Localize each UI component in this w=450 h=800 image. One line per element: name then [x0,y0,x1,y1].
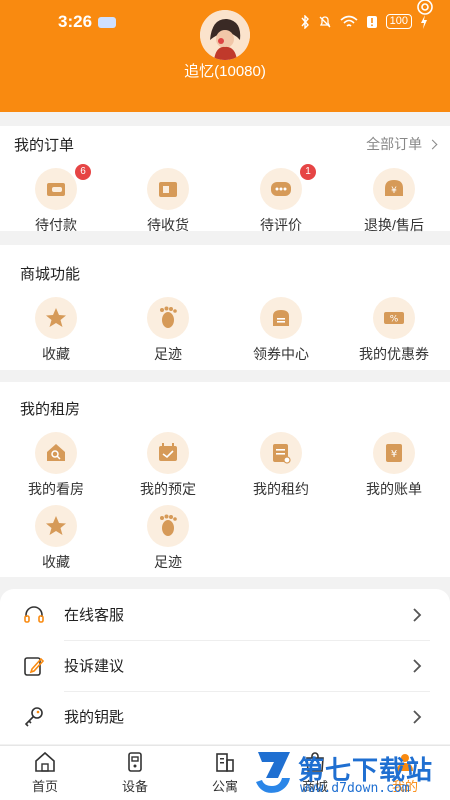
orders-card: 我的订单 全部订单 6 待付款 待收货 1 待评价 ¥ 退换/售后 [0,126,450,233]
headset-icon [24,606,44,623]
mall-favorites[interactable]: 收藏 [0,297,112,364]
menu-list: 在线客服 投诉建议 我的钥匙 [0,589,450,744]
menu-online-service-label: 在线客服 [64,607,125,624]
key-icon [24,707,43,727]
watermark-logo-icon [256,752,290,793]
coupon-center-icon [260,297,302,339]
discount-ticket-icon: % [373,297,415,339]
rental-favorites-label: 收藏 [42,554,70,570]
apartment-icon [216,753,234,772]
bill-icon: ¥ [373,432,415,474]
mute-icon [319,15,331,27]
footprint-icon [147,505,189,547]
avatar-image [200,10,250,60]
calendar-check-icon [147,432,189,474]
svg-text:%: % [390,315,399,325]
rental-card: 我的租房 我的看房 我的预定 我的租约 ¥ 我的账单 收藏 足迹 [0,382,450,577]
menu-feedback[interactable]: 投诉建议 [0,641,450,691]
tab-home-label: 首页 [31,779,58,794]
order-refund[interactable]: ¥ 退换/售后 [338,168,450,235]
mall-my-coupons[interactable]: % 我的优惠券 [338,297,450,364]
rental-favorites[interactable]: 收藏 [0,505,112,572]
username[interactable]: 追忆(10080) [0,60,450,81]
tab-device-label: 设备 [121,779,148,794]
mall-coupon-center[interactable]: 领券中心 [225,297,337,364]
footprint-icon [147,297,189,339]
order-pending-receipt-label: 待收货 [147,217,189,233]
mall-my-coupons-label: 我的优惠券 [359,346,429,362]
order-pending-payment[interactable]: 6 待付款 [0,164,112,235]
rental-title: 我的租房 [20,401,81,418]
rental-lease[interactable]: 我的租约 [225,432,337,499]
watermark-url: www.d7down.com [300,781,410,796]
star-icon [35,297,77,339]
order-pending-receipt[interactable]: 待收货 [112,168,224,235]
star-icon [35,505,77,547]
tab-device[interactable]: 设备 [90,750,180,795]
refund-icon: ¥ [373,168,415,210]
site-watermark: 第七下载站 www.d7down.com [250,748,450,800]
pending-review-badge: 1 [300,164,316,180]
rental-viewings[interactable]: 我的看房 [0,432,112,499]
comment-icon: 1 [260,164,316,210]
avatar[interactable] [200,10,250,60]
nfc-icon [98,17,116,28]
order-pending-payment-label: 待付款 [35,217,77,233]
rental-bills[interactable]: ¥ 我的账单 [338,432,450,499]
menu-feedback-label: 投诉建议 [64,658,125,675]
svg-text:¥: ¥ [391,186,397,196]
all-orders-label: 全部订单 [366,136,423,152]
contract-icon [260,432,302,474]
chevron-right-icon [413,710,422,724]
order-pending-review[interactable]: 1 待评价 [225,164,337,235]
wallet-icon: 6 [35,164,91,210]
device-icon [128,752,142,772]
orders-title: 我的订单 [14,137,75,154]
all-orders-link[interactable]: 全部订单 [366,134,438,154]
rental-lease-label: 我的租约 [253,481,309,497]
edit-note-icon [24,657,45,676]
settings-gear-icon[interactable] [414,0,436,18]
rental-bills-label: 我的账单 [366,481,422,497]
chevron-right-icon [427,139,438,150]
rental-footprint-label: 足迹 [154,554,182,570]
pending-payment-badge: 6 [75,164,91,180]
chevron-right-icon [413,659,422,673]
rental-reservations[interactable]: 我的预定 [112,432,224,499]
box-icon [147,168,189,210]
sim-alert-icon [366,15,377,28]
mall-title: 商城功能 [20,266,81,283]
bluetooth-icon [301,14,309,29]
status-time: 3:26 [58,12,93,31]
order-refund-label: 退换/售后 [364,217,424,233]
rental-reservations-label: 我的预定 [140,481,196,497]
mall-favorites-label: 收藏 [42,346,70,362]
house-search-icon [35,432,77,474]
menu-my-keys-label: 我的钥匙 [64,709,125,726]
rental-viewings-label: 我的看房 [28,481,84,497]
system-icons: 100 [300,14,428,29]
battery-indicator: 100 [385,14,412,29]
wifi-icon [340,15,358,27]
mall-coupon-center-label: 领券中心 [253,346,309,362]
order-pending-review-label: 待评价 [260,217,302,233]
menu-my-keys[interactable]: 我的钥匙 [0,692,450,742]
home-icon [35,751,55,772]
menu-online-service[interactable]: 在线客服 [0,590,450,640]
svg-text:¥: ¥ [391,449,397,460]
mall-footprint-label: 足迹 [154,346,182,362]
mall-card: 商城功能 收藏 足迹 领券中心 % 我的优惠券 [0,245,450,370]
tab-home[interactable]: 首页 [0,750,90,795]
chevron-right-icon [413,608,422,622]
rental-footprint[interactable]: 足迹 [112,505,224,572]
mall-footprint[interactable]: 足迹 [112,297,224,364]
profile-header: 3:26 100 追忆(10080) [0,0,450,112]
